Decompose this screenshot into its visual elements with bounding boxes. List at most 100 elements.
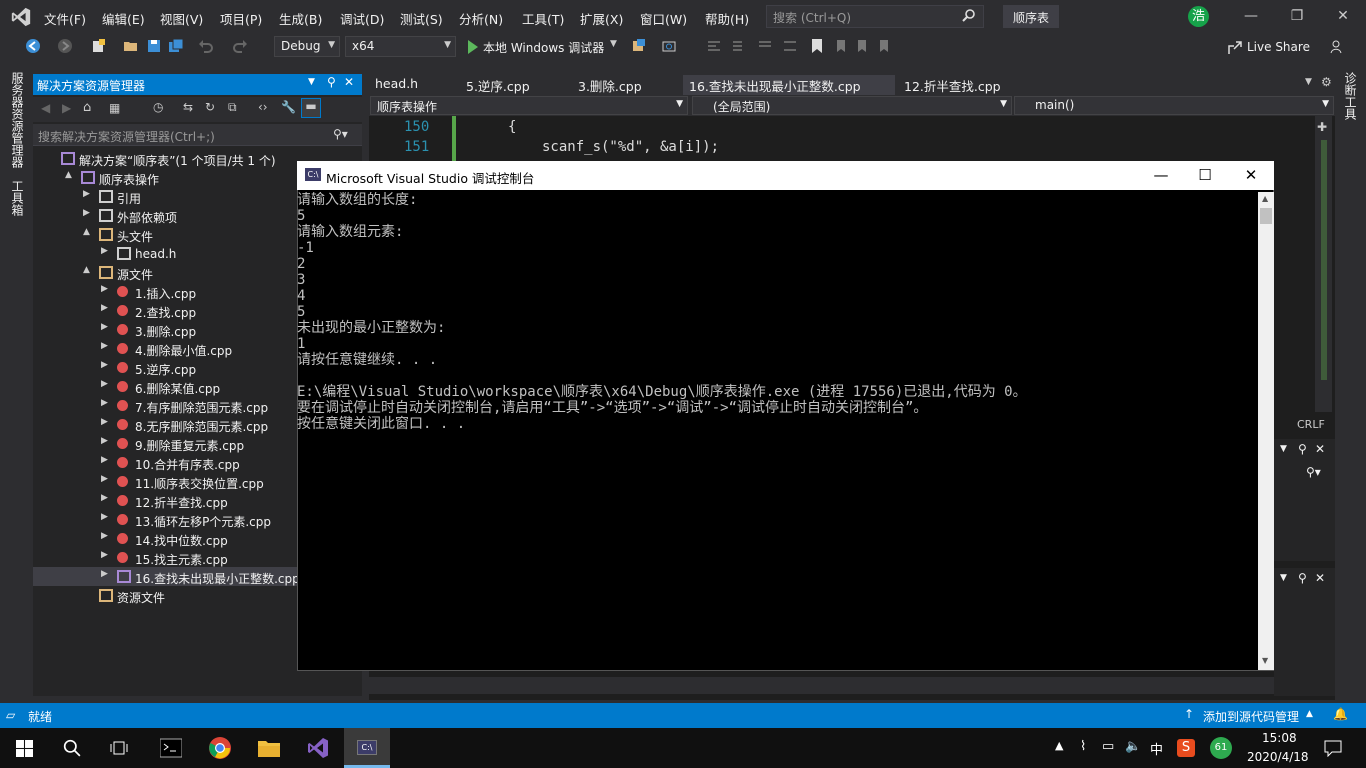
search-icon[interactable]: ⚲▾ [1306,465,1321,479]
expand-arrow-icon[interactable]: ▶ [101,322,108,332]
expand-arrow-icon[interactable]: ▲ [65,170,72,180]
console-maximize-icon[interactable]: ☐ [1193,165,1217,185]
close-icon[interactable]: ✕ [1315,442,1325,456]
output-window-icon[interactable]: ▱ [6,708,15,722]
feedback-icon[interactable] [1330,39,1346,55]
next-bookmark-folder-icon[interactable] [875,38,891,54]
menu-item[interactable]: 编辑(E) [102,9,145,28]
expand-arrow-icon[interactable]: ▶ [83,189,90,199]
expand-arrow-icon[interactable]: ▶ [101,531,108,541]
forward-icon[interactable]: ▶ [62,101,71,115]
windows-start-icon[interactable] [16,740,33,757]
tab-list-chevron-icon[interactable]: ▼ [1305,77,1312,87]
task-view-icon[interactable] [110,740,128,756]
bookmark-icon[interactable] [809,38,825,54]
console-scrollbar[interactable]: ▲ ▼ [1258,192,1274,670]
expand-arrow-icon[interactable]: ▶ [101,303,108,313]
menu-item[interactable]: 调试(D) [340,9,384,28]
network-icon[interactable]: ⌇ [1080,739,1086,754]
expand-arrow-icon[interactable]: ▶ [83,208,90,218]
live-share-button[interactable]: Live Share [1247,40,1310,54]
next-bookmark-icon[interactable] [853,38,869,54]
redo-icon[interactable] [232,38,248,54]
expand-arrow-icon[interactable]: ▶ [101,569,108,579]
member-dropdown[interactable]: main() ▼ [1014,96,1334,115]
diagnostic-tools-tab[interactable]: 诊断工具 [1342,72,1359,120]
menu-item[interactable]: 生成(B) [279,9,322,28]
file-explorer-icon[interactable] [257,738,281,758]
notification-bell-icon[interactable]: 🔔 [1333,707,1348,721]
security-badge[interactable]: 61 [1210,737,1232,759]
search-icon[interactable] [962,8,976,22]
menu-item[interactable]: 视图(V) [160,9,203,28]
action-center-icon[interactable] [1324,739,1342,757]
expand-arrow-icon[interactable]: ▶ [101,493,108,503]
clock-date[interactable]: 2020/4/18 [1247,750,1309,764]
add-to-source-control-button[interactable]: 添加到源代码管理 [1203,708,1299,725]
visual-studio-taskbar-icon[interactable] [306,736,330,760]
search-icon[interactable] [63,739,81,757]
menu-item[interactable]: 帮助(H) [705,9,749,28]
collapse-all-icon[interactable]: ⧉ [228,100,237,115]
console-close-icon[interactable]: ✕ [1239,165,1263,185]
editor-tab[interactable]: 5.逆序.cpp [460,75,570,95]
battery-icon[interactable]: ▭ [1102,739,1114,754]
save-icon[interactable] [146,38,162,54]
menu-item[interactable]: 工具(T) [522,9,564,28]
editor-horizontal-scrollbar[interactable] [369,677,1312,694]
save-all-icon[interactable] [168,38,184,54]
expand-arrow-icon[interactable]: ▶ [101,341,108,351]
chevron-down-icon[interactable]: ▼ [610,39,617,49]
expand-arrow-icon[interactable]: ▲ [83,265,90,275]
menu-item[interactable]: 扩展(X) [580,9,623,28]
server-explorer-tab[interactable]: 服务器资源管理器 [9,72,26,168]
home-icon[interactable]: ⌂ [83,100,91,115]
scroll-thumb[interactable] [1260,208,1272,224]
project-dropdown[interactable]: 顺序表操作 ▼ [370,96,688,115]
menu-item[interactable]: 窗口(W) [640,9,687,28]
code-line[interactable]: scanf_s("%d", &a[i]); [542,139,719,155]
menu-item[interactable]: 分析(N) [459,9,503,28]
scope-dropdown[interactable]: (全局范围) ▼ [692,96,1012,115]
chevron-up-icon[interactable]: ▲ [1306,709,1313,719]
ime-indicator[interactable]: 中 [1150,739,1163,758]
clock-time[interactable]: 15:08 [1262,731,1297,745]
chevron-down-icon[interactable]: ▼ [1280,573,1287,583]
expand-arrow-icon[interactable]: ▶ [101,550,108,560]
back-icon[interactable] [25,38,41,54]
code-view-icon[interactable]: ‹› [258,100,268,114]
menu-item[interactable]: 项目(P) [220,9,262,28]
pin-icon[interactable]: ⚲ [1298,571,1307,585]
line-ending-indicator[interactable]: CRLF [1297,418,1325,431]
chrome-icon[interactable] [208,736,232,760]
configuration-select[interactable]: Debug ▼ [274,36,340,57]
console-minimize-icon[interactable]: — [1149,165,1173,185]
platform-select[interactable]: x64 ▼ [345,36,456,57]
start-debugging-icon[interactable] [465,39,481,55]
indent-icon[interactable] [728,38,744,54]
restore-icon[interactable]: ❐ [1289,8,1305,24]
expand-arrow-icon[interactable]: ▶ [101,512,108,522]
browse-icon[interactable] [631,38,647,54]
expand-arrow-icon[interactable]: ▶ [101,455,108,465]
prev-bookmark-icon[interactable] [832,38,848,54]
search-input[interactable]: 搜索 (Ctrl+Q) [766,5,984,28]
expand-arrow-icon[interactable]: ▶ [101,284,108,294]
terminal-icon[interactable] [160,738,182,758]
expand-arrow-icon[interactable]: ▶ [101,398,108,408]
scroll-down-icon[interactable]: ▼ [1262,656,1268,665]
close-icon[interactable]: ✕ [344,75,354,89]
chevron-down-icon[interactable]: ▼ [1280,444,1287,454]
show-hidden-icons-icon[interactable]: ▲ [1055,739,1063,752]
pin-icon[interactable]: ⚲ [1298,442,1307,456]
sogou-input-icon[interactable]: S [1177,739,1195,757]
split-icon[interactable]: ✚ [1317,120,1327,134]
camera-icon[interactable] [661,38,677,54]
editor-tab[interactable]: 3.删除.cpp [572,75,682,95]
live-share-icon[interactable] [1227,40,1243,56]
expand-arrow-icon[interactable]: ▶ [101,436,108,446]
expand-arrow-icon[interactable]: ▶ [101,474,108,484]
editor-tab[interactable]: 16.查找未出现最小正整数.cpp [683,75,895,95]
code-line[interactable]: { [508,119,516,135]
start-debugging-button[interactable]: 本地 Windows 调试器 [483,39,604,56]
